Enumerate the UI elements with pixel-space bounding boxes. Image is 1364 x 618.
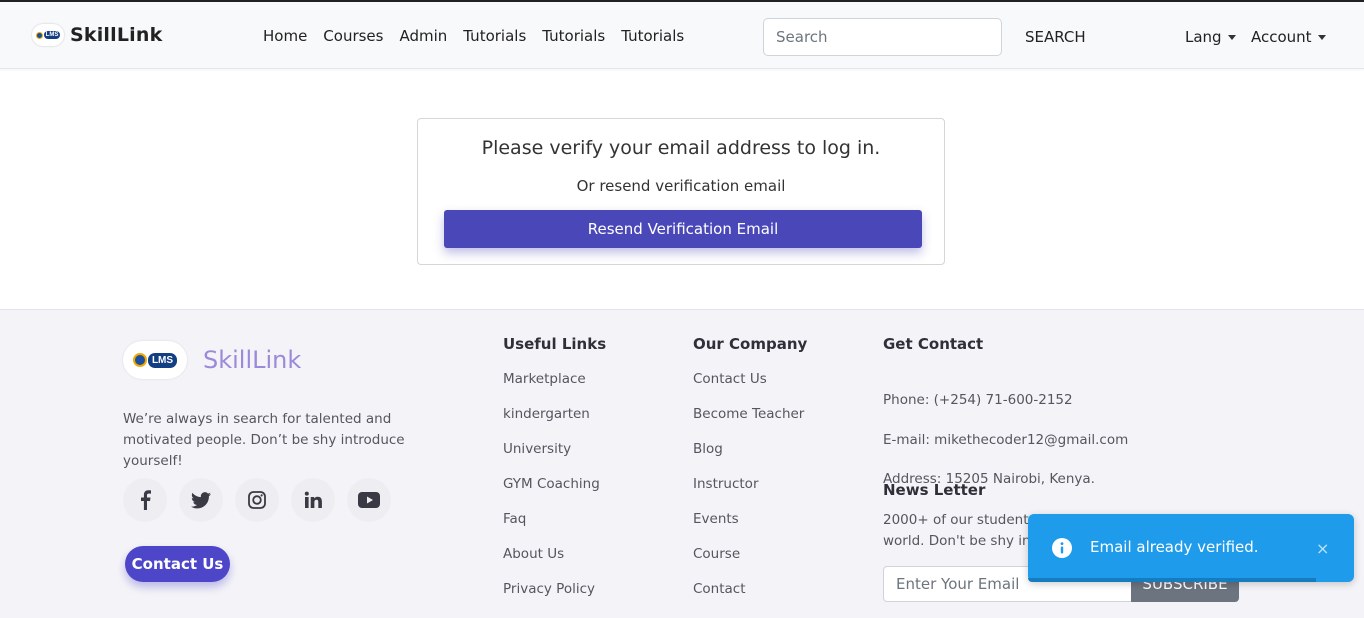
footer-link[interactable]: Instructor — [693, 476, 807, 511]
nav-link-tutorials[interactable]: Tutorials — [542, 27, 605, 45]
brand-link[interactable]: LMS SkillLink — [32, 24, 162, 46]
footer-link[interactable]: GYM Coaching — [503, 476, 606, 511]
account-label: Account — [1251, 28, 1312, 46]
get-contact-title: Get Contact — [883, 335, 984, 353]
chevron-down-icon — [1227, 34, 1236, 40]
footer-link[interactable]: Contact Us — [693, 371, 807, 406]
lang-dropdown[interactable]: Lang — [1185, 28, 1236, 46]
contact-email: E-mail: mikethecoder12@gmail.com — [883, 432, 1129, 448]
twitter-icon[interactable] — [179, 478, 223, 522]
footer-link[interactable]: Marketplace — [503, 371, 606, 406]
get-contact-column: Get Contact Phone: (+254) 71-600-2152 E-… — [883, 335, 1263, 602]
footer-link[interactable]: Faq — [503, 511, 606, 546]
info-icon — [1052, 538, 1072, 558]
search-input[interactable] — [763, 18, 1002, 56]
resend-verification-button[interactable]: Resend Verification Email — [444, 210, 922, 248]
useful-links-column: Useful Links Marketplace kindergarten Un… — [503, 335, 606, 616]
footer-tagline: We’re always in search for talented and … — [123, 411, 405, 469]
close-icon[interactable]: × — [1316, 539, 1329, 558]
footer-link[interactable]: Become Teacher — [693, 406, 807, 441]
nav-link-tutorials[interactable]: Tutorials — [621, 27, 684, 45]
toast-notification: Email already verified. × — [1028, 514, 1354, 582]
verify-title: Please verify your email address to log … — [481, 137, 881, 159]
footer-link[interactable]: University — [503, 441, 606, 476]
our-company-column: Our Company Contact Us Become Teacher Bl… — [693, 335, 807, 616]
footer-link[interactable]: Privacy Policy — [503, 581, 606, 616]
top-navbar: LMS SkillLink Home Courses Admin Tutoria… — [0, 0, 1364, 69]
contact-us-button[interactable]: Contact Us — [125, 546, 230, 582]
useful-links-title: Useful Links — [503, 335, 607, 353]
nav-link-courses[interactable]: Courses — [323, 27, 383, 45]
account-dropdown[interactable]: Account — [1251, 28, 1326, 46]
search-button[interactable]: SEARCH — [1025, 28, 1086, 46]
footer-link[interactable]: Events — [693, 511, 807, 546]
toast-progress-bar — [1028, 578, 1316, 582]
footer-link[interactable]: Blog — [693, 441, 807, 476]
newsletter-title: News Letter — [883, 481, 986, 499]
youtube-icon[interactable] — [347, 478, 391, 522]
footer-brand[interactable]: LMS SkillLink — [123, 341, 301, 379]
lms-logo-icon: LMS — [32, 24, 64, 46]
linkedin-icon[interactable] — [291, 478, 335, 522]
footer-link[interactable]: Contact — [693, 581, 807, 616]
lms-logo-icon: LMS — [123, 341, 187, 379]
our-company-title: Our Company — [693, 335, 808, 353]
nav-links: Home Courses Admin Tutorials Tutorials T… — [263, 27, 684, 45]
social-links — [123, 478, 391, 522]
nav-link-admin[interactable]: Admin — [399, 27, 447, 45]
verify-subtitle: Or resend verification email — [576, 177, 786, 195]
verify-email-card: Please verify your email address to log … — [417, 118, 945, 265]
lang-label: Lang — [1185, 28, 1222, 46]
contact-phone: Phone: (+254) 71-600-2152 — [883, 392, 1073, 408]
toast-message: Email already verified. — [1090, 538, 1259, 556]
footer-link[interactable]: kindergarten — [503, 406, 606, 441]
footer-link[interactable]: About Us — [503, 546, 606, 581]
footer-link[interactable]: Course — [693, 546, 807, 581]
facebook-icon[interactable] — [123, 478, 167, 522]
instagram-icon[interactable] — [235, 478, 279, 522]
brand-name: SkillLink — [70, 24, 163, 46]
nav-link-home[interactable]: Home — [263, 27, 307, 45]
nav-link-tutorials[interactable]: Tutorials — [463, 27, 526, 45]
footer-brand-name: SkillLink — [203, 346, 302, 374]
chevron-down-icon — [1317, 34, 1326, 40]
